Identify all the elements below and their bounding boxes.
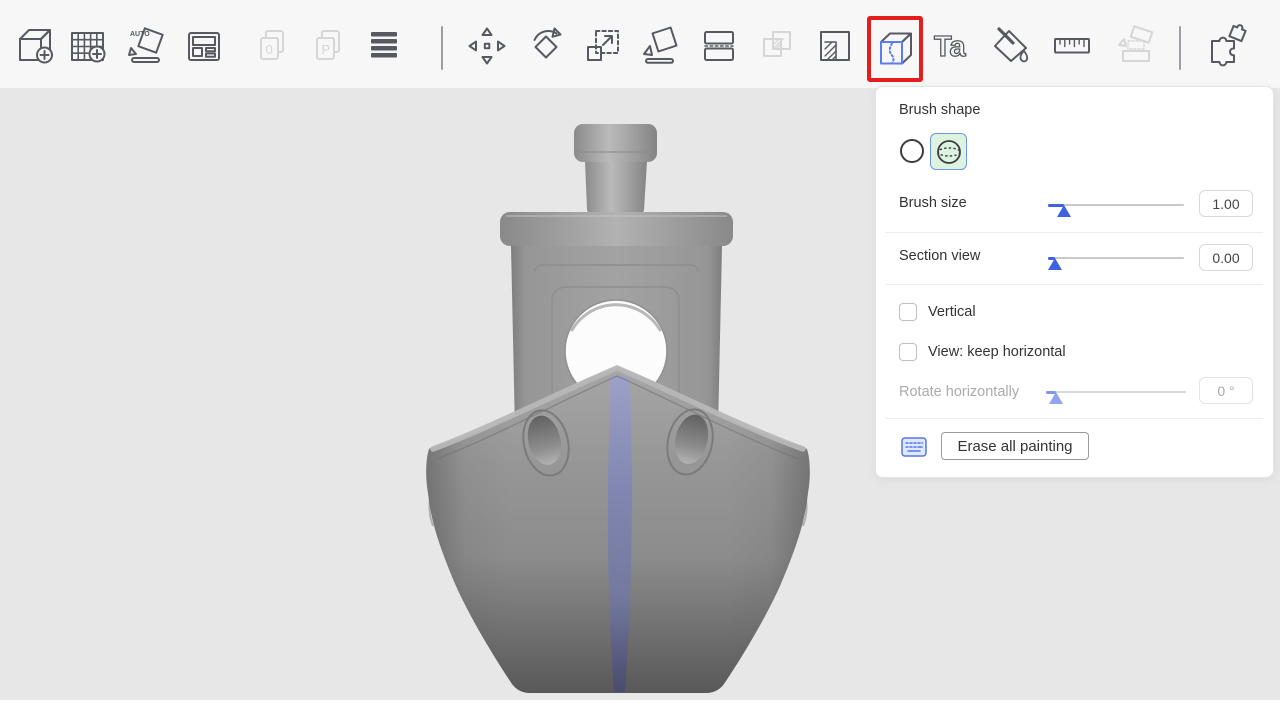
split-to-objects-icon: 0 xyxy=(252,24,296,68)
slider-thumb[interactable] xyxy=(1057,205,1071,217)
slicer-app: { "toolbar": { "items": [ {"name": "add-… xyxy=(0,0,1280,720)
brush-size-slider[interactable] xyxy=(1048,196,1184,218)
benchy-hull[interactable] xyxy=(426,368,810,693)
svg-text:AUTO: AUTO xyxy=(130,31,150,38)
benchy-cabin-roof xyxy=(500,212,733,246)
vertical-checkbox-row: Vertical xyxy=(899,303,976,321)
auto-orient-icon[interactable]: AUTO xyxy=(124,24,168,68)
measure-icon[interactable] xyxy=(1050,24,1094,68)
scale-icon[interactable] xyxy=(581,24,625,68)
place-on-face-icon[interactable] xyxy=(638,24,682,68)
cut-icon[interactable] xyxy=(697,24,741,68)
arrange-icon[interactable] xyxy=(182,24,226,68)
view-keep-horizontal-label: View: keep horizontal xyxy=(928,344,1066,360)
panel-divider xyxy=(886,418,1263,419)
panel-divider xyxy=(886,232,1263,233)
svg-text:Ta: Ta xyxy=(934,31,967,63)
rotate-horizontally-value: 0 ° xyxy=(1199,377,1253,404)
variable-layer-height-icon[interactable] xyxy=(362,24,406,68)
toolbar-separator xyxy=(1179,26,1181,70)
slider-thumb[interactable] xyxy=(1048,258,1062,270)
support-painting-icon[interactable] xyxy=(813,24,857,68)
svg-text:P: P xyxy=(322,42,331,57)
split-puzzle-icon[interactable] xyxy=(1204,24,1248,68)
sphere-icon xyxy=(934,137,964,167)
move-icon[interactable] xyxy=(465,24,509,68)
toolbar-separator xyxy=(441,26,443,70)
rotate-horizontally-label: Rotate horizontally xyxy=(899,384,1019,400)
main-toolbar: AUTO 0 P xyxy=(0,0,1280,88)
slider-thumb xyxy=(1049,392,1063,404)
panel-divider xyxy=(886,284,1263,285)
view-keep-horizontal-checkbox-row: View: keep horizontal xyxy=(899,343,1066,361)
mesh-boolean-icon xyxy=(755,24,799,68)
assembly-icon xyxy=(1114,24,1158,68)
section-view-slider[interactable] xyxy=(1048,249,1184,271)
rotate-horizontally-slider xyxy=(1046,383,1186,405)
slider-track[interactable] xyxy=(1048,257,1184,259)
erase-all-painting-button[interactable]: Erase all painting xyxy=(941,432,1089,460)
split-to-parts-icon: P xyxy=(308,24,352,68)
seam-painting-icon[interactable] xyxy=(873,27,917,71)
color-painting-icon[interactable] xyxy=(989,24,1033,68)
add-object-icon[interactable] xyxy=(13,24,57,68)
brush-shape-circle-option[interactable] xyxy=(899,138,925,164)
brush-size-value[interactable]: 1.00 xyxy=(1199,190,1253,217)
view-keep-horizontal-checkbox[interactable] xyxy=(899,343,917,361)
vertical-label: Vertical xyxy=(928,304,976,320)
section-view-value[interactable]: 0.00 xyxy=(1199,244,1253,271)
svg-text:0: 0 xyxy=(266,42,273,57)
add-plate-icon[interactable] xyxy=(66,24,110,68)
slider-track xyxy=(1046,391,1186,393)
brush-size-label: Brush size xyxy=(899,195,967,211)
section-view-label: Section view xyxy=(899,248,980,264)
benchy-chimney xyxy=(574,124,657,213)
seam-tool-panel: Brush shape Brush size 1.00 Section view… xyxy=(875,86,1274,478)
rotate-icon[interactable] xyxy=(524,24,568,68)
keyboard-shortcuts-icon[interactable] xyxy=(901,437,927,457)
brush-shape-sphere-option[interactable] xyxy=(930,133,967,170)
vertical-checkbox[interactable] xyxy=(899,303,917,321)
brush-shape-label: Brush shape xyxy=(899,102,980,118)
text-tool-icon[interactable]: Ta xyxy=(931,24,975,68)
